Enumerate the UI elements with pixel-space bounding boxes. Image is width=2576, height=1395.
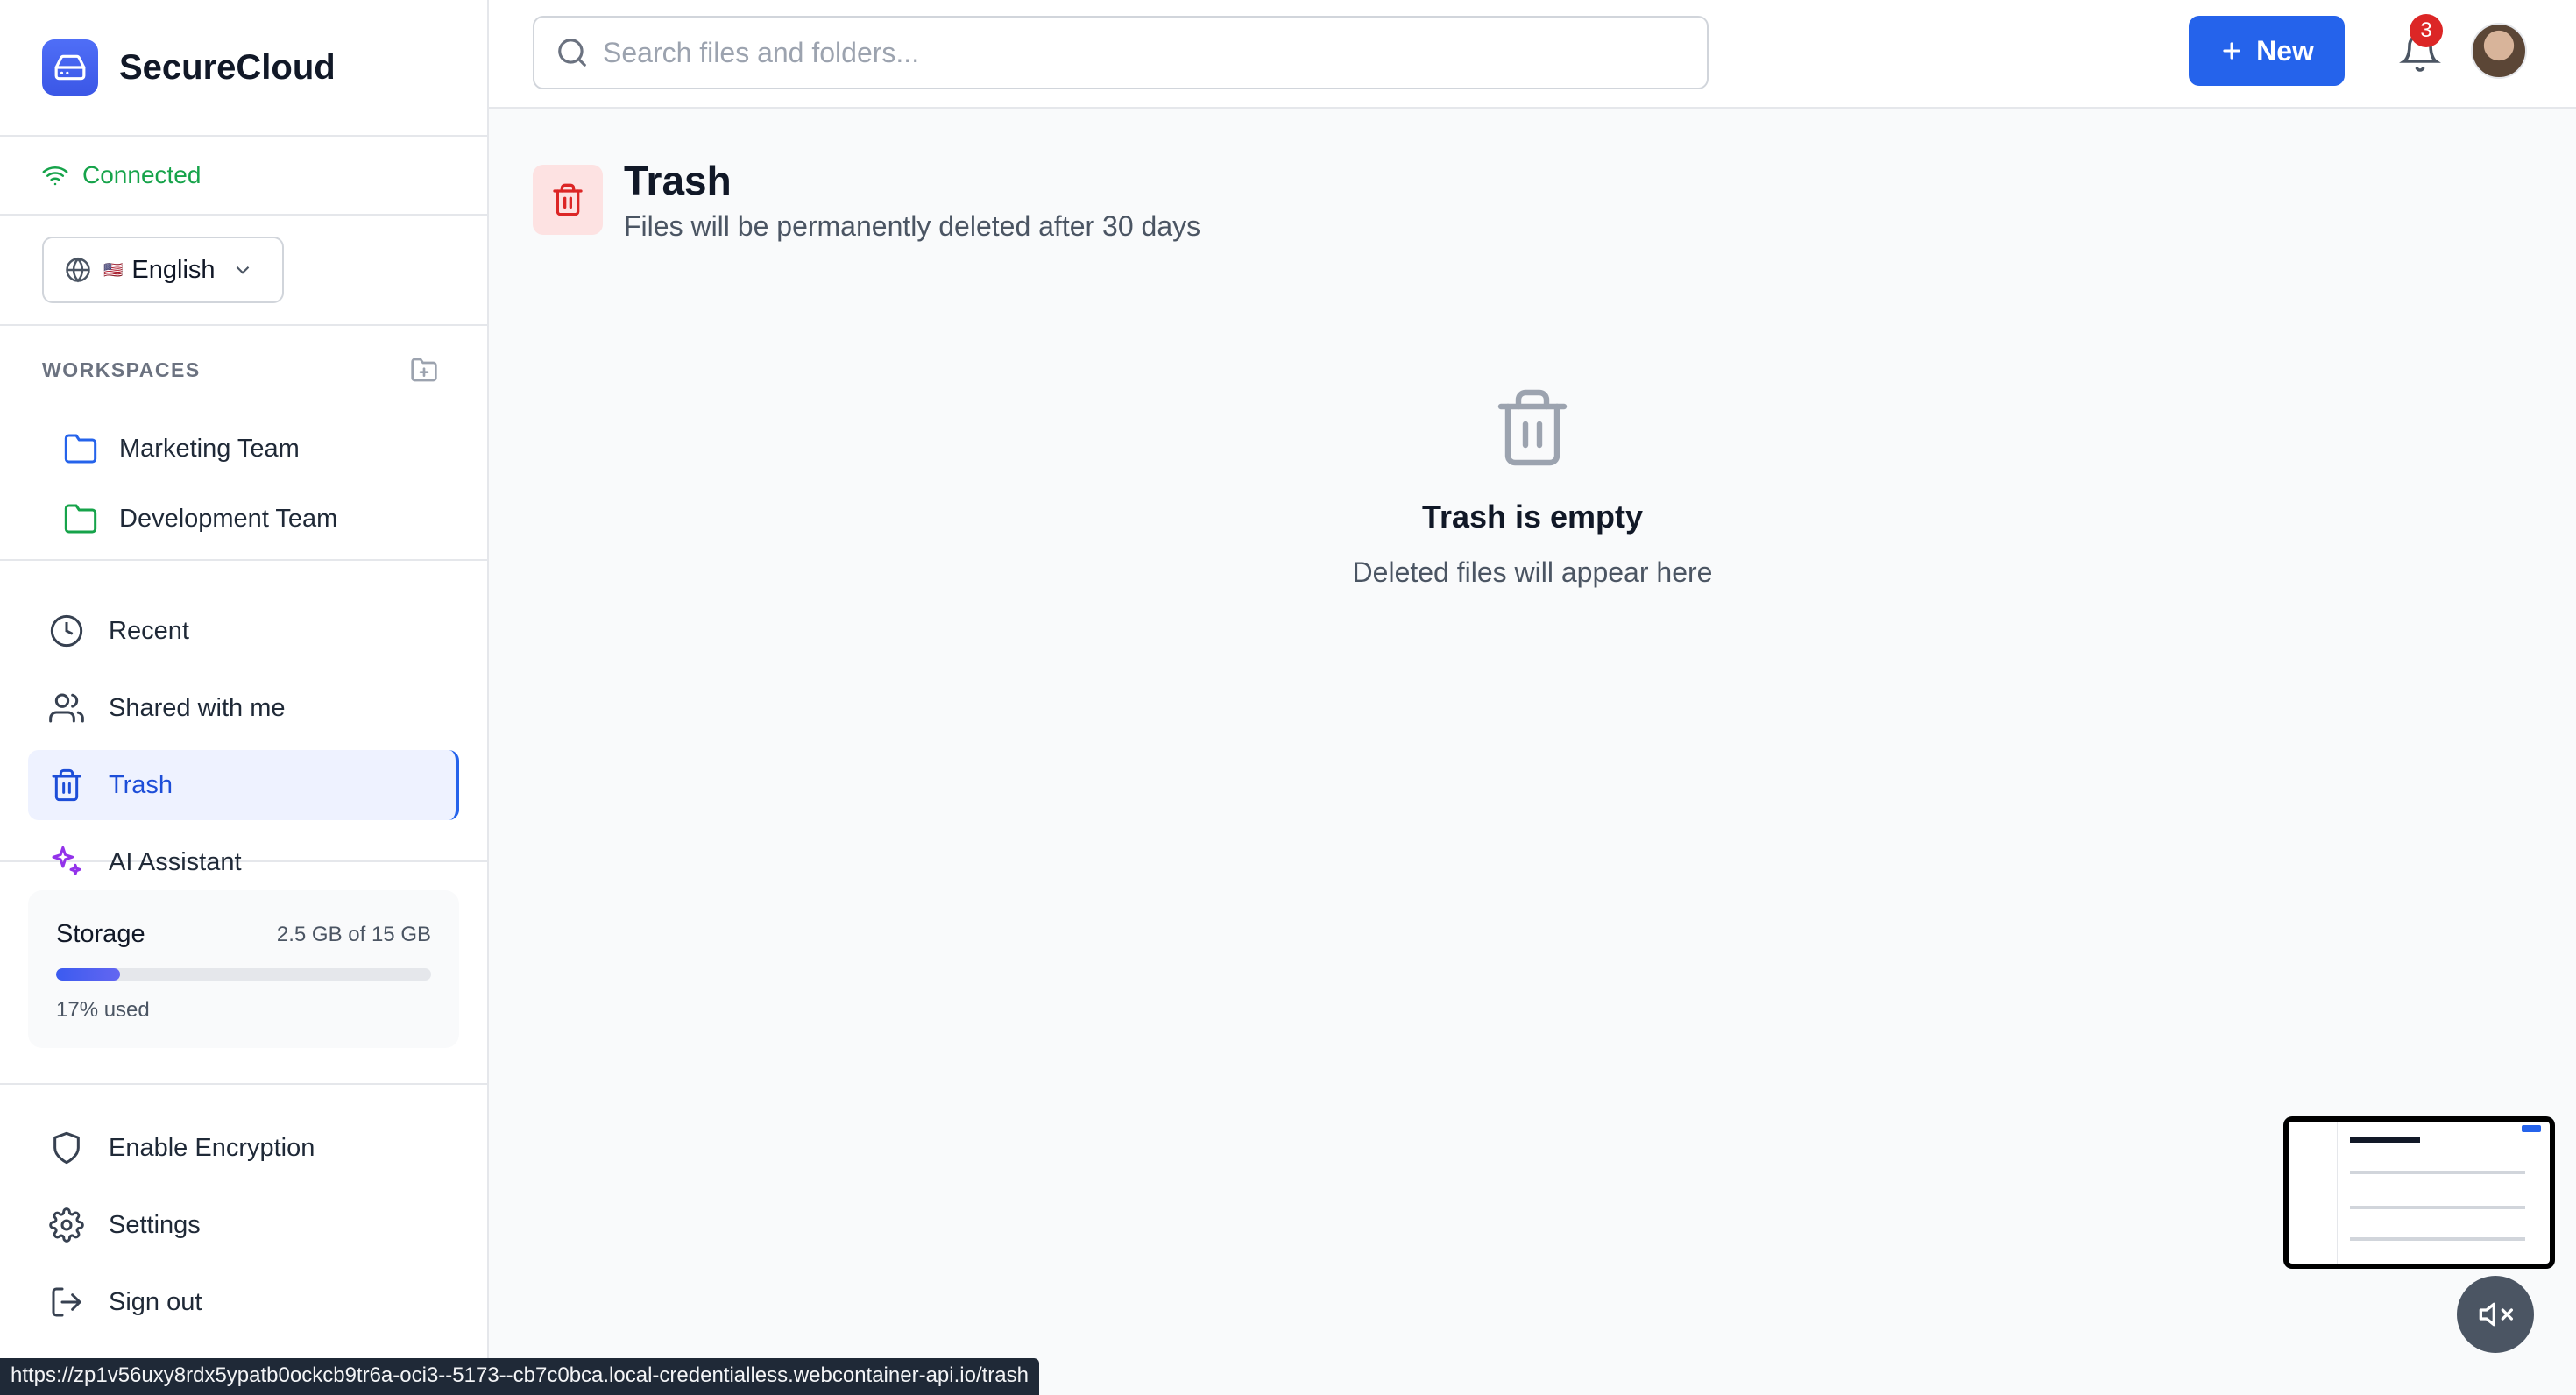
folder-plus-icon[interactable] <box>410 356 438 384</box>
video-preview-thumbnail[interactable] <box>2283 1116 2555 1269</box>
sparkles-icon <box>52 846 81 875</box>
chevron-down-icon <box>236 266 249 274</box>
storage-label: Storage <box>56 920 145 948</box>
flag-icon: 🇺🇸 <box>103 260 124 279</box>
status-bar-url: https://zp1v56uxy8rdx5ypatb0ockcb9tr6a-o… <box>0 1358 1039 1395</box>
language-label: English <box>131 255 216 284</box>
storage-progress-bar <box>56 968 431 981</box>
mute-button[interactable] <box>2457 1276 2534 1353</box>
language-select[interactable]: 🇺🇸 English <box>42 237 284 303</box>
connection-label: Connected <box>82 161 202 188</box>
users-icon <box>49 693 84 723</box>
app-root: SecureCloud Connected 🇺🇸 English WORKSPA… <box>0 0 2576 1395</box>
empty-state: Trash is empty Deleted files will appear… <box>489 386 2576 589</box>
bottom-nav: Enable Encryption Settings Sign out <box>0 1085 487 1337</box>
workspaces-section: WORKSPACES Marketing Team Development Te… <box>0 326 487 561</box>
storage-progress-fill <box>56 968 120 981</box>
workspaces-heading: WORKSPACES <box>42 358 201 381</box>
nav-label: Enable Encryption <box>109 1133 315 1162</box>
empty-state-subtitle: Deleted files will appear here <box>1352 556 1713 588</box>
nav-item-recent[interactable]: Recent <box>28 596 459 666</box>
workspaces-header: WORKSPACES <box>42 326 487 414</box>
top-bar: New 3 <box>489 0 2576 109</box>
nav-item-trash[interactable]: Trash <box>28 750 459 820</box>
language-section: 🇺🇸 English <box>0 216 487 326</box>
nav-item-sign-out[interactable]: Sign out <box>28 1267 459 1337</box>
folder-icon <box>64 504 97 534</box>
workspace-label: Marketing Team <box>119 434 300 463</box>
storage-card: Storage 2.5 GB of 15 GB 17% used <box>28 890 459 1048</box>
sidebar: SecureCloud Connected 🇺🇸 English WORKSPA… <box>0 0 489 1395</box>
nav-item-shared[interactable]: Shared with me <box>28 673 459 743</box>
search-icon <box>558 39 586 67</box>
nav-item-enable-encryption[interactable]: Enable Encryption <box>28 1113 459 1183</box>
volume-mute-icon <box>2479 1302 2513 1327</box>
nav-label: Recent <box>109 616 189 645</box>
nav-label: Trash <box>109 770 173 799</box>
nav-item-settings[interactable]: Settings <box>28 1190 459 1260</box>
preview-screen <box>2289 1122 2550 1264</box>
empty-state-title: Trash is empty <box>1421 499 1644 535</box>
search-input[interactable] <box>603 36 1654 69</box>
search-box[interactable] <box>533 16 1709 89</box>
main-content: New 3 Trash Files will be permanently de… <box>489 0 2576 1395</box>
page-header: Trash Files will be permanently deleted … <box>533 158 1200 243</box>
notification-badge: 3 <box>2410 14 2443 47</box>
gear-icon <box>49 1207 84 1243</box>
nav-label: Sign out <box>109 1287 202 1316</box>
clock-icon <box>50 614 83 648</box>
new-button-label: New <box>2256 34 2314 67</box>
plus-icon <box>2223 42 2240 60</box>
main-nav: Recent Shared with me Trash AI Assistant <box>0 561 487 876</box>
app-name: SecureCloud <box>119 47 336 87</box>
page-subtitle: Files will be permanently deleted after … <box>624 210 1201 242</box>
workspace-marketing-team[interactable]: Marketing Team <box>42 414 487 484</box>
brand[interactable]: SecureCloud <box>0 0 487 137</box>
new-button[interactable]: New <box>2189 16 2345 86</box>
hard-drive-icon <box>42 39 98 96</box>
storage-amount: 2.5 GB of 15 GB <box>276 922 431 946</box>
connection-status: Connected <box>0 137 487 216</box>
shield-icon <box>53 1131 80 1165</box>
trash-icon <box>533 165 603 235</box>
storage-section: Storage 2.5 GB of 15 GB 17% used <box>0 862 487 1085</box>
folder-icon <box>64 434 97 464</box>
nav-label: AI Assistant <box>109 847 242 876</box>
workspace-label: Development Team <box>119 504 338 533</box>
page-title: Trash <box>624 158 732 203</box>
wifi-icon <box>42 166 68 186</box>
trash-icon <box>52 768 81 802</box>
nav-label: Settings <box>109 1210 201 1239</box>
storage-percent: 17% used <box>56 998 150 1022</box>
nav-label: Shared with me <box>109 693 286 722</box>
avatar[interactable] <box>2471 23 2527 79</box>
trash-icon <box>1497 389 1568 466</box>
globe-icon <box>66 257 90 283</box>
workspace-development-team[interactable]: Development Team <box>42 484 487 554</box>
logout-icon <box>52 1287 82 1317</box>
